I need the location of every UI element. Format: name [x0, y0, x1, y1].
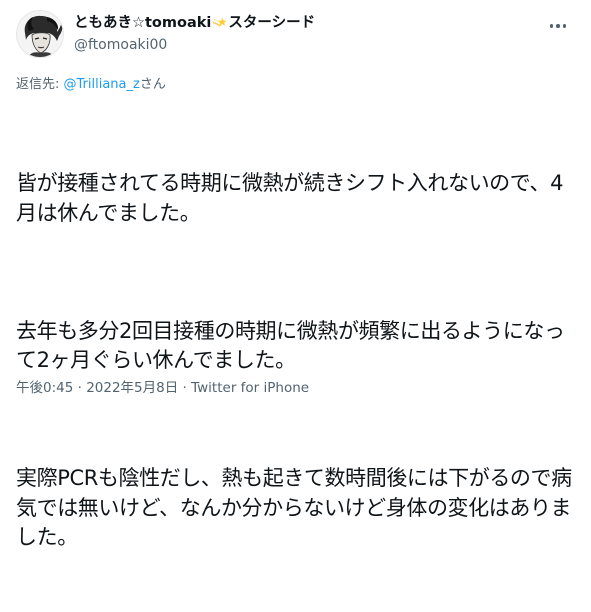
tweet-time[interactable]: 午後0:45 [16, 380, 73, 396]
tweet-meta: 午後0:45 · 2022年5月8日 · Twitter for iPhone [16, 378, 309, 398]
display-name-prefix: ともあき☆tomoaki [74, 15, 212, 31]
more-dot [556, 24, 560, 28]
meta-separator: · [73, 380, 87, 396]
tweet-paragraph: 皆が接種されてる時期に微熱が続きシフト入れないので、4月は休んでました。 [16, 171, 564, 225]
tweet-paragraph: 去年も多分2回目接種の時期に微熱が頻繁に出るようになって2ヶ月ぐらい休んでました… [16, 318, 565, 373]
shooting-star-icon [213, 17, 227, 27]
reply-to-label: 返信先: [16, 77, 64, 92]
tweet-date[interactable]: 2022年5月8日 [86, 380, 178, 396]
avatar-image [17, 11, 63, 57]
user-handle[interactable]: @ftomoaki00 [74, 35, 535, 55]
reply-to-honorific: さん [139, 77, 166, 92]
meta-separator: · [178, 380, 192, 396]
tweet-paragraph: 実際PCRも陰性だし、熱も起きて数時間後には下がるので病気では無いけど、なんか分… [16, 466, 572, 549]
tweet-card: ともあき☆tomoaki スターシード @ftomoaki00 返信先: @Tri… [0, 0, 591, 549]
user-names: ともあき☆tomoaki スターシード @ftomoaki00 [74, 13, 535, 55]
more-dot [549, 24, 554, 28]
reply-to-line: 返信先: @Trilliana_zさん [16, 76, 166, 94]
display-name[interactable]: ともあき☆tomoaki スターシード [74, 13, 535, 33]
display-name-suffix: スターシード [228, 15, 316, 31]
avatar[interactable] [16, 10, 64, 58]
more-dot [562, 24, 567, 28]
tweet-source-link[interactable]: Twitter for iPhone [191, 380, 309, 396]
reply-mention-link[interactable]: @Trilliana_z [64, 77, 140, 92]
tweet-text: 皆が接種されてる時期に微熱が続きシフト入れないので、4月は休んでました。 去年も… [16, 110, 581, 612]
tweet-header: ともあき☆tomoaki スターシード @ftomoaki00 [16, 10, 575, 62]
more-options-icon[interactable] [545, 16, 571, 36]
